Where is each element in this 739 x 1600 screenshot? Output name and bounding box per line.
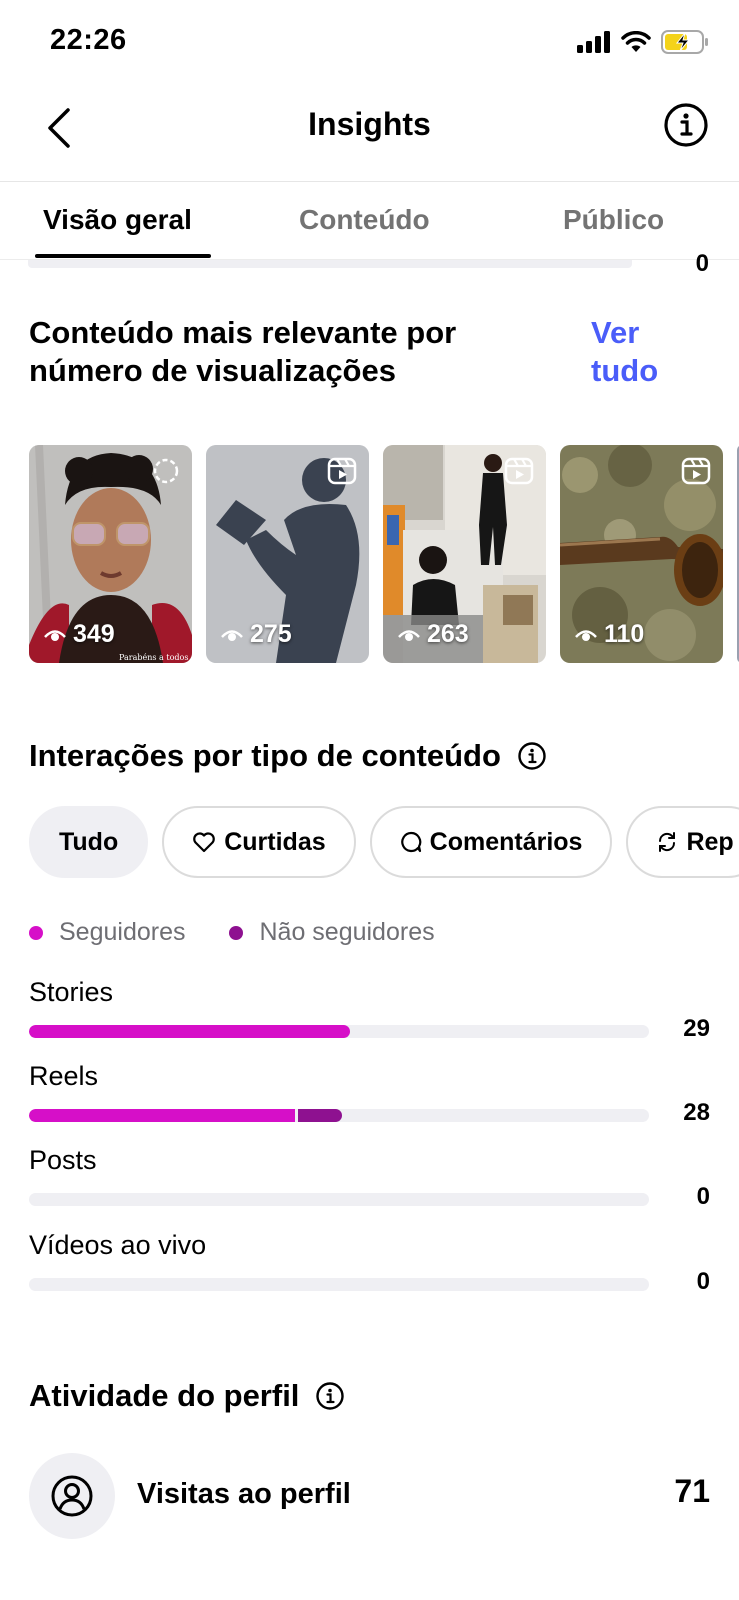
- view-count: 275: [220, 620, 292, 649]
- filter-chip-label: Rep: [686, 827, 734, 856]
- view-count-value: 263: [427, 620, 469, 648]
- eye-icon: [221, 629, 243, 641]
- interaction-row: Vídeos ao vivo 0: [29, 1230, 710, 1295]
- interaction-row: Posts 0: [29, 1145, 710, 1210]
- active-tab-indicator: [35, 254, 211, 258]
- view-count: 349: [43, 620, 115, 649]
- tab-content[interactable]: Conteúdo: [299, 204, 430, 236]
- top-content-title-line1: Conteúdo mais relevante por: [29, 315, 457, 350]
- story-ring-icon: [153, 458, 179, 484]
- reels-icon: [681, 457, 711, 485]
- interaction-row-label: Stories: [29, 977, 114, 1007]
- interaction-bar-track: [29, 1025, 649, 1038]
- tab-overview[interactable]: Visão geral: [43, 204, 192, 236]
- comment-icon: [400, 831, 421, 853]
- top-content-title: Conteúdo mais relevante por número de vi…: [29, 314, 456, 390]
- status-icons: [577, 30, 709, 54]
- interaction-row-label: Vídeos ao vivo: [29, 1230, 207, 1260]
- heart-icon: [193, 832, 216, 853]
- user-circle-icon: [51, 1475, 93, 1517]
- interaction-row-value: 28: [683, 1099, 710, 1126]
- previous-row-bar: [28, 260, 632, 268]
- view-count-value: 275: [250, 620, 292, 648]
- profile-visits-value: 71: [674, 1473, 710, 1509]
- interaction-row: Stories 29: [29, 977, 710, 1042]
- view-count: 110: [574, 620, 644, 649]
- story-caption: Parabéns a todos os: [119, 653, 192, 662]
- view-count-value: 110: [604, 620, 645, 648]
- interaction-row-label: Posts: [29, 1145, 97, 1175]
- reels-icon: [327, 457, 357, 485]
- info-icon[interactable]: [517, 741, 547, 771]
- filter-chip-comments[interactable]: Comentários: [369, 806, 613, 878]
- eye-icon: [575, 629, 597, 641]
- filter-chip-all[interactable]: Tudo: [29, 806, 149, 878]
- top-content-carousel: 349 Parabéns a todos os 275 263 110: [29, 445, 739, 663]
- interaction-filter-chips: Tudo Curtidas Comentários Rep: [29, 806, 739, 878]
- tab-bar: Visão geral Conteúdo Público: [0, 182, 739, 260]
- legend-label: Seguidores: [59, 918, 186, 946]
- interaction-bar-track: [29, 1109, 649, 1122]
- profile-activity-title: Atividade do perfil: [29, 1378, 300, 1413]
- interaction-row-label: Reels: [29, 1061, 99, 1091]
- content-thumbnail[interactable]: 110: [560, 445, 723, 663]
- interaction-row-value: 0: [696, 1268, 710, 1295]
- legend-label: Não seguidores: [259, 918, 435, 946]
- legend-item-non-followers: Não seguidores: [229, 918, 435, 947]
- battery-charging-icon: [661, 30, 708, 54]
- reels-icon: [504, 457, 534, 485]
- status-bar: 22:26: [0, 0, 739, 90]
- status-time: 22:26: [50, 24, 127, 56]
- info-icon[interactable]: [663, 102, 709, 148]
- view-count: 263: [397, 620, 469, 649]
- wifi-icon: [621, 31, 651, 52]
- filter-chip-likes[interactable]: Curtidas: [162, 806, 356, 878]
- chart-legend: Seguidores Não seguidores: [29, 918, 435, 947]
- interaction-row-value: 0: [696, 1183, 710, 1210]
- info-icon[interactable]: [315, 1381, 345, 1411]
- filter-chip-label: Curtidas: [224, 827, 326, 856]
- page-title: Insights: [308, 106, 431, 142]
- profile-visits-row[interactable]: Visitas ao perfil 71: [29, 1453, 710, 1539]
- bar-segment-followers: [29, 1109, 295, 1122]
- bar-segment-non-followers: [298, 1109, 342, 1122]
- profile-visits-icon-wrap: [29, 1453, 115, 1539]
- see-all-line2: tudo: [591, 353, 659, 388]
- legend-dot-non-followers: [229, 925, 244, 940]
- eye-icon: [44, 629, 66, 641]
- content-thumbnail[interactable]: 275: [206, 445, 369, 663]
- repost-icon: [659, 832, 676, 852]
- legend-dot-followers: [29, 925, 43, 940]
- filter-chip-label: Comentários: [429, 827, 583, 856]
- interaction-row-value: 29: [683, 1015, 710, 1042]
- content-thumbnail[interactable]: 349 Parabéns a todos os: [29, 445, 192, 663]
- bar-segment-followers: [29, 1025, 350, 1038]
- filter-chip-label: Tudo: [59, 827, 119, 856]
- see-all-line1: Ver: [591, 315, 640, 350]
- filter-chip-reposts[interactable]: Rep: [626, 806, 739, 878]
- profile-visits-label: Visitas ao perfil: [137, 1478, 351, 1510]
- profile-activity-header: Atividade do perfil: [29, 1377, 345, 1415]
- tab-audience[interactable]: Público: [563, 204, 664, 236]
- interactions-title: Interações por tipo de conteúdo: [29, 738, 501, 773]
- eye-icon: [398, 629, 420, 641]
- interactions-header: Interações por tipo de conteúdo: [29, 737, 547, 775]
- interaction-bar-track: [29, 1278, 649, 1291]
- top-content-title-line2: número de visualizações: [29, 353, 396, 388]
- interaction-bar-track: [29, 1193, 649, 1206]
- nav-header: Insights: [0, 90, 739, 182]
- cellular-signal-icon: [577, 31, 610, 53]
- view-count-value: 349: [73, 620, 115, 648]
- see-all-link[interactable]: Ver tudo: [591, 314, 658, 390]
- previous-row-value: 0: [695, 250, 709, 272]
- content-thumbnail[interactable]: 263: [383, 445, 546, 663]
- legend-item-followers: Seguidores: [29, 918, 185, 947]
- interaction-row: Reels 28: [29, 1061, 710, 1126]
